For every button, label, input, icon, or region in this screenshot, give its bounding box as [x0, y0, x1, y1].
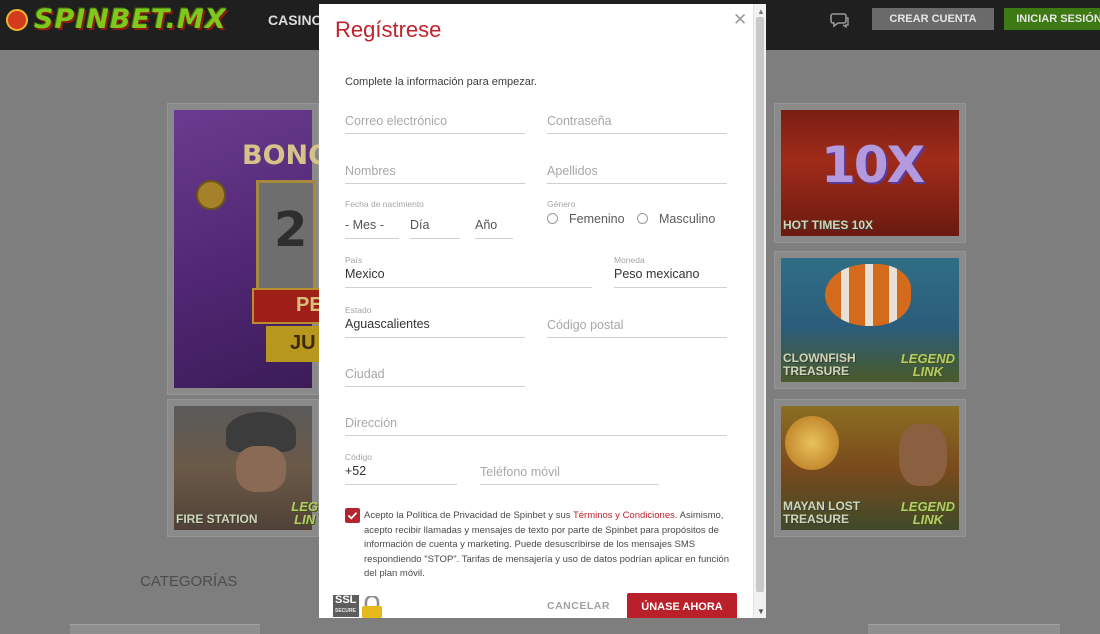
- ssl-secure-badge: SSL SECURE: [333, 593, 385, 618]
- game-title: HOT TIMES 10X: [783, 218, 874, 232]
- logo-cherry-icon: [6, 9, 28, 31]
- coin-icon: [196, 180, 226, 210]
- mobile-phone-field[interactable]: Teléfono móvil: [480, 452, 659, 485]
- birth-day-field[interactable]: Día: [410, 216, 460, 239]
- email-field[interactable]: Correo electrónico: [345, 112, 525, 134]
- cancel-button[interactable]: CANCELAR: [547, 600, 610, 612]
- promo-line2: 2: [274, 202, 308, 258]
- address-field[interactable]: Dirección: [345, 403, 727, 436]
- legend-link-logo: LEGEND LINK: [900, 351, 955, 379]
- first-names-placeholder: Nombres: [345, 164, 396, 178]
- state-select[interactable]: Estado Aguascalientes: [345, 305, 525, 338]
- gender-male-label[interactable]: Masculino: [659, 212, 715, 226]
- postal-code-placeholder: Código postal: [547, 318, 624, 332]
- mobile-phone-placeholder: Teléfono móvil: [480, 465, 560, 479]
- consent-prefix: Acepto la Política de Privacidad de Spin…: [364, 510, 573, 521]
- modal-title: Regístrese: [335, 17, 442, 42]
- game-tile-mayan[interactable]: MAYAN LOST TREASURE LEGEND LINK: [774, 399, 966, 537]
- game-title: MAYAN LOST TREASURE: [783, 499, 861, 526]
- city-placeholder: Ciudad: [345, 367, 385, 381]
- address-placeholder: Dirección: [345, 416, 398, 430]
- scrollbar-thumb[interactable]: [756, 17, 764, 592]
- surnames-field[interactable]: Apellidos: [547, 162, 727, 184]
- legend-link-logo: LEG LIN: [291, 499, 318, 527]
- terms-link[interactable]: Términos y Condiciones.: [573, 510, 678, 521]
- consent-checkbox[interactable]: [345, 508, 360, 523]
- firefighter-face: [236, 446, 286, 492]
- promo-banner[interactable]: BONO 2 PE JU: [167, 103, 331, 395]
- categories-heading: CATEGORÍAS: [140, 573, 238, 590]
- checkmark-icon: [347, 512, 358, 520]
- padlock-icon: [362, 596, 382, 618]
- registration-modal: Regístrese ✕ Complete la información par…: [319, 4, 766, 618]
- gender-label: Género: [547, 199, 576, 209]
- postal-code-field[interactable]: Código postal: [547, 305, 727, 338]
- state-value: Aguascalientes: [345, 317, 430, 331]
- consent-text: Acepto la Política de Privacidad de Spin…: [364, 509, 732, 582]
- birth-month-value: - Mes -: [345, 218, 384, 232]
- password-placeholder: Contraseña: [547, 114, 612, 128]
- create-account-button[interactable]: CREAR CUENTA: [872, 8, 994, 30]
- sun-art: [785, 416, 839, 470]
- game-title: FIRE STATION: [176, 512, 258, 526]
- gender-female-label[interactable]: Femenino: [569, 212, 625, 226]
- mayan-face: [899, 424, 947, 486]
- password-field[interactable]: Contraseña: [547, 112, 727, 134]
- ssl-secure-text: SECURE: [335, 608, 356, 614]
- promo-line4: JU: [290, 332, 316, 354]
- game-tile-clownfish[interactable]: CLOWNFISH TREASURE LEGEND LINK: [774, 251, 966, 389]
- phone-code-value: +52: [345, 464, 367, 478]
- birth-month-select[interactable]: - Mes -: [345, 216, 399, 239]
- phone-code-label: Código: [345, 452, 372, 462]
- first-names-field[interactable]: Nombres: [345, 162, 525, 184]
- modal-scrollbar[interactable]: ▲ ▼: [753, 4, 766, 618]
- chat-icon[interactable]: [830, 10, 850, 30]
- login-button[interactable]: INICIAR SESIÓN: [1004, 8, 1100, 30]
- birth-year-field[interactable]: Año: [475, 216, 513, 239]
- country-value: Mexico: [345, 267, 385, 281]
- site-logo[interactable]: SPINBET.MX: [34, 4, 227, 35]
- state-label: Estado: [345, 305, 372, 315]
- phone-code-select[interactable]: Código +52: [345, 452, 457, 485]
- join-now-button[interactable]: ÚNASE AHORA: [627, 593, 737, 618]
- gender-female-radio[interactable]: [547, 213, 558, 224]
- ssl-text: SSL: [335, 594, 357, 606]
- country-select[interactable]: País Mexico: [345, 255, 592, 288]
- country-label: País: [345, 255, 363, 265]
- scroll-down-icon[interactable]: ▼: [757, 607, 765, 616]
- email-placeholder: Correo electrónico: [345, 114, 448, 128]
- legend-link-logo: LEGEND LINK: [900, 499, 955, 527]
- gender-male-radio[interactable]: [637, 213, 648, 224]
- city-field[interactable]: Ciudad: [345, 354, 525, 387]
- promo-line1: BONO: [242, 140, 332, 171]
- birth-year-placeholder: Año: [475, 218, 498, 232]
- game-tile-hot-times[interactable]: 10X HOT TIMES 10X: [774, 103, 966, 243]
- scroll-up-icon[interactable]: ▲: [757, 7, 765, 16]
- currency-select[interactable]: Moneda Peso mexicano: [614, 255, 727, 288]
- birth-day-placeholder: Día: [410, 218, 430, 232]
- birth-date-label: Fecha de nacimiento: [345, 199, 424, 209]
- currency-label: Moneda: [614, 255, 645, 265]
- game-tile-fire-station[interactable]: FIRE STATION LEG LIN: [167, 399, 319, 537]
- clownfish-art: [825, 264, 911, 326]
- close-icon[interactable]: ✕: [733, 10, 747, 30]
- modal-subtitle: Complete la información para empezar.: [345, 76, 537, 88]
- game-art-text: 10X: [821, 136, 925, 194]
- surnames-placeholder: Apellidos: [547, 164, 598, 178]
- game-title: CLOWNFISH TREASURE: [783, 351, 856, 378]
- currency-value: Peso mexicano: [614, 267, 700, 281]
- nav-casino[interactable]: CASINO: [268, 12, 322, 28]
